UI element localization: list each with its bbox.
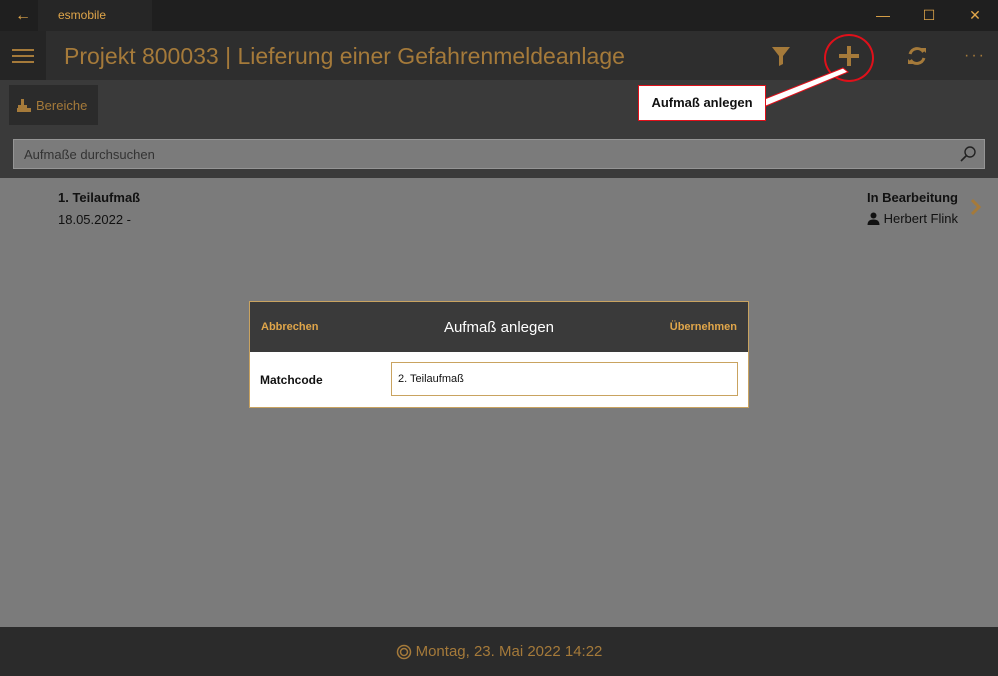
list-item-date: 18.05.2022 -: [58, 212, 132, 227]
search-area: [0, 130, 998, 178]
annotation-circle: [824, 34, 874, 82]
refresh-button[interactable]: [892, 31, 942, 80]
filter-icon: [772, 46, 790, 66]
refresh-icon: [908, 46, 926, 65]
more-button[interactable]: ···: [950, 31, 998, 80]
annotation-label: Aufmaß anlegen: [638, 85, 766, 121]
search-icon[interactable]: [959, 145, 977, 163]
toolbar: Bereiche: [0, 80, 998, 130]
app-title: esmobile: [38, 0, 152, 31]
cancel-button[interactable]: Abbrechen: [261, 321, 318, 333]
matchcode-label: Matchcode: [260, 373, 323, 387]
list-item-title: 1. Teilaufmaß: [58, 190, 141, 205]
bereiche-label: Bereiche: [36, 97, 88, 113]
filter-button[interactable]: [756, 31, 806, 80]
menu-button[interactable]: [0, 31, 46, 80]
close-button[interactable]: ✕: [952, 0, 998, 31]
dialog-header: Aufmaß anlegen Abbrechen Übernehmen: [250, 302, 748, 352]
footer-datetime: Montag, 23. Mai 2022 14:22: [415, 643, 603, 660]
chevron-right-icon[interactable]: [970, 198, 982, 216]
list-item-user-name: Herbert Flink: [883, 211, 958, 226]
create-dialog: Aufmaß anlegen Abbrechen Übernehmen Matc…: [249, 301, 749, 408]
back-button[interactable]: ←: [8, 4, 38, 28]
minimize-button[interactable]: —: [860, 0, 906, 31]
list-item-status: In Bearbeitung: [866, 190, 958, 205]
search-box: [13, 139, 985, 169]
maximize-button[interactable]: ☐: [906, 0, 952, 31]
apply-button[interactable]: Übernehmen: [670, 321, 737, 333]
status-footer: Montag, 23. Mai 2022 14:22: [0, 627, 998, 676]
list-item[interactable]: 1. Teilaufmaß 18.05.2022 - In Bearbeitun…: [0, 180, 998, 240]
title-bar: ← esmobile — ☐ ✕: [0, 0, 998, 31]
search-input[interactable]: [14, 140, 954, 168]
list-item-user: Herbert Flink: [867, 211, 958, 226]
user-icon: [867, 212, 880, 225]
bereiche-button[interactable]: Bereiche: [9, 85, 98, 125]
areas-icon: [17, 98, 31, 112]
page-title: Projekt 800033 | Lieferung einer Gefahre…: [64, 43, 625, 69]
clock-icon: [396, 644, 411, 659]
matchcode-input[interactable]: [391, 362, 738, 396]
